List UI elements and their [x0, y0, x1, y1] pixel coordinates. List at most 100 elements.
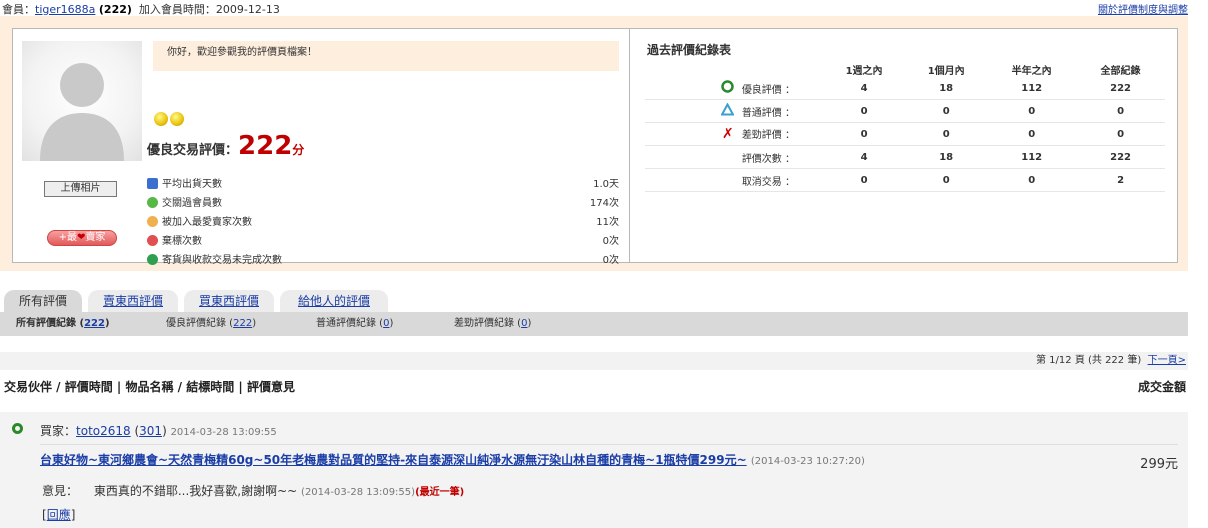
history-row-label: 取消交易 ： — [645, 168, 823, 192]
list-header-left: 交易伙伴 / 評價時間 | 物品名稱 / 結標時間 | 評價意見 — [4, 380, 295, 394]
item-link[interactable]: 台東好物~東河鄉農會~天然青梅精60g~50年老梅農對品質的堅持-來自泰源深山純… — [40, 453, 747, 467]
history-title: 過去評價紀錄表 — [647, 43, 732, 57]
subtab-suffix: ) — [389, 318, 394, 329]
subtab-bad: 差勁評價紀錄 (0) — [454, 312, 531, 336]
subtab-good-link[interactable]: 222 — [233, 318, 252, 329]
tab-all-ratings[interactable]: 所有評價 — [4, 290, 82, 312]
comment-label: 意見： — [42, 484, 79, 498]
member-score: (222) — [98, 3, 132, 16]
history-cell: 0 — [987, 99, 1077, 123]
subtab-normal: 普通評價紀錄 (0) — [316, 312, 393, 336]
stat-label: 交關過會員數 — [162, 198, 222, 209]
stat-value: 1.0天 — [593, 179, 619, 190]
subtab-label: 普通評價紀錄 ( — [316, 318, 384, 329]
avatar — [22, 41, 142, 161]
history-row-normal: 普通評價 ： 0 0 0 0 — [645, 99, 1165, 123]
member-username-link[interactable]: tiger1688a — [35, 3, 95, 16]
next-page-link[interactable]: 下一頁> — [1148, 355, 1186, 366]
history-row-label-text: 差勁評價 ： — [741, 130, 795, 141]
subtab-suffix: ) — [252, 318, 257, 329]
entry-reply: [回應] — [42, 508, 76, 522]
tab-seller-ratings-link[interactable]: 賣東西評價 — [103, 294, 163, 308]
history-cell: 4 — [823, 77, 906, 100]
history-cell: 4 — [823, 145, 906, 169]
profile-card: 上傳相片 +最❤賣家 你好，歡迎參觀我的評價頁檔案！ 優良交易評價：222分 平… — [12, 28, 1178, 266]
history-row-cancel: 取消交易 ： 0 0 0 2 — [645, 168, 1165, 192]
welcome-message: 你好，歡迎參觀我的評價頁檔案！ — [153, 41, 619, 71]
reply-link[interactable]: 回應 — [47, 508, 71, 522]
history-row-label: 普通評價 ： — [645, 99, 823, 123]
history-row-label: ✗ 差勁評價 ： — [645, 122, 823, 146]
subtab-suffix: ) — [527, 318, 532, 329]
buyer-score-link[interactable]: 301 — [139, 424, 162, 438]
neutral-face-icon — [147, 254, 158, 265]
tab-buyer-ratings-link[interactable]: 買東西評價 — [199, 294, 259, 308]
history-cell: 0 — [1076, 122, 1165, 146]
avatar-silhouette-icon — [40, 63, 124, 161]
pager: 第 1/12 頁 (共 222 筆) 下一頁> — [1036, 352, 1186, 370]
seller-stats: 平均出貨天數 1.0天 交關過會員數 174次 被加入最愛賣家次數 11次 棄標次數 0… — [147, 176, 619, 271]
coin-icon — [154, 112, 168, 126]
stat-row: 棄標次數 0次 — [147, 233, 619, 252]
history-col-header: 全部紀錄 — [1100, 65, 1141, 77]
rating-coins — [154, 112, 186, 129]
entry-divider — [40, 444, 1178, 445]
history-cell: 18 — [905, 145, 988, 169]
buyer-label: 買家： — [40, 424, 77, 438]
history-row-label: 優良評價 ： — [645, 77, 823, 100]
tab-buyer-ratings[interactable]: 買東西評價 — [184, 290, 274, 312]
stat-label: 棄標次數 — [162, 236, 202, 247]
policy-link[interactable]: 關於評價制度與調整 — [1098, 1, 1188, 16]
history-col-header: 1週之內 — [845, 65, 883, 77]
history-cell: 0 — [905, 168, 988, 192]
history-cell: 0 — [823, 99, 906, 123]
history-row-label: 評價次數 ： — [645, 145, 823, 169]
buyer-link[interactable]: toto2618 — [76, 424, 131, 438]
stat-row: 寄貨與收款交易未完成次數 0次 — [147, 252, 619, 271]
history-row-label-text: 普通評價 ： — [741, 108, 795, 119]
history-col-header: 1個月內 — [927, 65, 965, 77]
upload-photo-button[interactable]: 上傳相片 — [44, 181, 117, 197]
stat-value: 0次 — [602, 255, 619, 266]
history-row-bad: ✗ 差勁評價 ： 0 0 0 0 — [645, 122, 1165, 146]
entry-item: 台東好物~東河鄉農會~天然青梅精60g~50年老梅農對品質的堅持-來自泰源深山純… — [40, 451, 865, 468]
history-cell: 0 — [1076, 99, 1165, 123]
stat-label: 寄貨與收款交易未完成次數 — [162, 255, 282, 266]
history-row-label-text: 優良評價 ： — [741, 85, 795, 96]
tab-given-ratings-link[interactable]: 給他人的評價 — [298, 294, 370, 308]
stat-value: 11次 — [596, 217, 619, 228]
rating-score: 優良交易評價：222分 — [147, 131, 304, 161]
subtab-label: 所有評價紀錄 ( — [16, 318, 85, 329]
tab-seller-ratings[interactable]: 賣東西評價 — [88, 290, 178, 312]
history-row-good: 優良評價 ： 4 18 112 222 — [645, 77, 1165, 100]
profile-panel: 上傳相片 +最❤賣家 你好，歡迎參觀我的評價頁檔案！ 優良交易評價：222分 平… — [0, 16, 1188, 271]
entry-price: 299元 — [1140, 457, 1178, 472]
entry-comment: 意見： 東西真的不錯耶...我好喜歡,謝謝啊~~ (2014-03-28 13:… — [42, 482, 464, 499]
history-header-blank — [645, 61, 823, 77]
history-cell: 0 — [823, 168, 906, 192]
stat-row: 被加入最愛賣家次數 11次 — [147, 214, 619, 233]
history-cell: 222 — [1076, 77, 1165, 100]
history-col-header: 半年之內 — [1011, 65, 1052, 77]
member-info: 會員：tiger1688a (222) 加入會員時間：2009-12-13 — [2, 1, 280, 17]
subtab-all-link[interactable]: 222 — [84, 318, 105, 329]
join-date: 加入會員時間：2009-12-13 — [138, 3, 280, 16]
rating-subtabs: 所有評價紀錄 (222) 優良評價紀錄 (222) 普通評價紀錄 (0) 差勁評… — [0, 312, 1188, 336]
comment-text: 東西真的不錯耶...我好喜歡,謝謝啊~~ — [93, 484, 298, 498]
history-cell: 112 — [987, 145, 1077, 169]
user-fav-icon — [147, 216, 158, 227]
list-header: 交易伙伴 / 評價時間 | 物品名稱 / 結標時間 | 評價意見 成交金額 — [0, 378, 1188, 398]
subtab-good: 優良評價紀錄 (222) — [166, 312, 256, 336]
profile-summary: 上傳相片 +最❤賣家 你好，歡迎參觀我的評價頁檔案！ 優良交易評價：222分 平… — [13, 29, 630, 266]
fav-label-right: 賣家 — [85, 232, 106, 243]
add-favorite-seller-button[interactable]: +最❤賣家 — [47, 230, 117, 246]
rating-entry: 買家：toto2618 (301) 2014-03-28 13:09:55 台東… — [0, 412, 1188, 528]
coin-icon — [170, 112, 184, 126]
history-cell: 0 — [905, 122, 988, 146]
rating-value: 222 — [238, 131, 293, 161]
history-cell: 18 — [905, 77, 988, 100]
history-cell: 0 — [987, 168, 1077, 192]
stat-row: 平均出貨天數 1.0天 — [147, 176, 619, 195]
history-cell: 112 — [987, 77, 1077, 100]
tab-given-ratings[interactable]: 給他人的評價 — [280, 290, 388, 312]
